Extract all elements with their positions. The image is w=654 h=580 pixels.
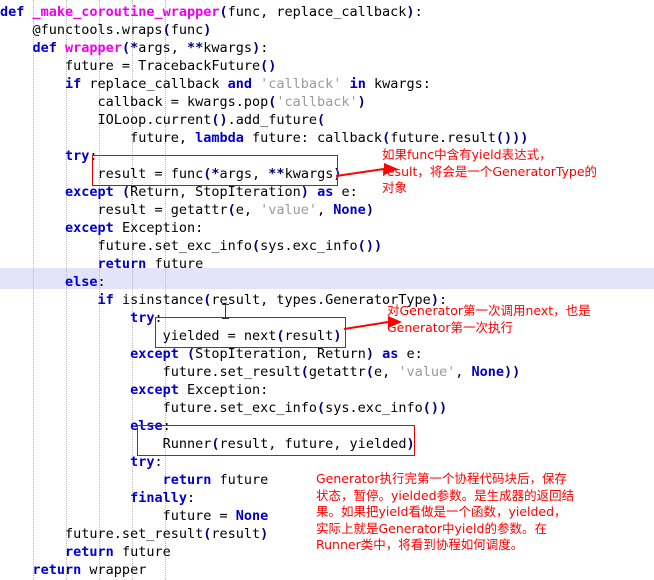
code-line[interactable]: result = getattr(e, 'value', None) (0, 200, 654, 220)
highlight-box-runner (137, 425, 415, 456)
code-line-text: future, lambda future: callback(future.r… (130, 130, 529, 146)
code-line[interactable]: def _make_coroutine_wrapper(func, replac… (0, 2, 654, 22)
code-line-text: future.set_result(getattr(e, 'value', No… (162, 364, 521, 380)
code-line[interactable]: future.set_result(getattr(e, 'value', No… (0, 362, 654, 382)
code-line[interactable]: except Exception: (0, 380, 654, 400)
code-line[interactable]: future = TracebackFuture() (0, 56, 654, 76)
code-line[interactable]: return future (0, 254, 654, 274)
code-line[interactable]: future.set_exc_info(sys.exc_info()) (0, 398, 654, 418)
code-line-text: result = getattr(e, 'value', None) (97, 202, 374, 218)
code-line-text: if replace_callback and 'callback' in kw… (65, 76, 431, 92)
code-line-text: future = TracebackFuture() (65, 58, 277, 74)
code-line-text: except Exception: (130, 382, 269, 398)
code-line[interactable]: future.set_exc_info(sys.exc_info()) (0, 236, 654, 256)
code-line[interactable]: callback = kwargs.pop('callback') (0, 92, 654, 112)
code-line-text: future = None (162, 508, 269, 524)
code-line[interactable]: IOLoop.current().add_future( (0, 110, 654, 130)
code-line-text: finally: (130, 490, 196, 506)
text-cursor-icon (222, 304, 229, 319)
code-line-text: callback = kwargs.pop('callback') (97, 94, 366, 110)
code-line[interactable]: future, lambda future: callback(future.r… (0, 128, 654, 148)
code-line-text: except Exception: (65, 220, 204, 236)
code-line-text: return wrapper (32, 562, 147, 578)
code-line-text: def wrapper(*args, **kwargs): (32, 40, 269, 56)
code-line-text: future.set_result(result) (65, 526, 269, 542)
code-line-text: return future (65, 544, 171, 560)
highlight-box-yielded-next (155, 317, 346, 348)
code-line[interactable]: except Exception: (0, 218, 654, 238)
code-line-text: future.set_exc_info(sys.exc_info()) (162, 400, 448, 416)
code-line[interactable]: def wrapper(*args, **kwargs): (0, 38, 654, 58)
code-line-text: else: (65, 274, 106, 290)
annotation-generator-first-next: 对Generator第一次调用next，也是 Generator第一次执行 (387, 303, 591, 335)
code-line-text: def _make_coroutine_wrapper(func, replac… (0, 4, 423, 20)
code-line[interactable]: return wrapper (0, 560, 654, 580)
code-line[interactable]: @functools.wraps(func) (0, 20, 654, 40)
code-line[interactable]: else: (0, 272, 654, 292)
annotation-result-generatortype: 如果func中含有yield表达式， result，将会是一个Generator… (382, 147, 598, 195)
code-line[interactable]: if replace_callback and 'callback' in kw… (0, 74, 654, 94)
code-line-text: @functools.wraps(func) (32, 22, 212, 38)
code-line-text: return future (97, 256, 204, 272)
code-line-text: future.set_exc_info(sys.exc_info()) (97, 238, 383, 254)
highlight-box-result-func (92, 155, 338, 186)
code-editor-viewport[interactable]: def _make_coroutine_wrapper(func, replac… (0, 0, 654, 580)
code-line-text: return future (162, 472, 269, 488)
code-line-text: IOLoop.current().add_future( (97, 112, 326, 128)
annotation-yielded-explanation: Generator执行完第一个协程代码块后，保存 状态，暂停。yielded参数… (316, 471, 575, 552)
